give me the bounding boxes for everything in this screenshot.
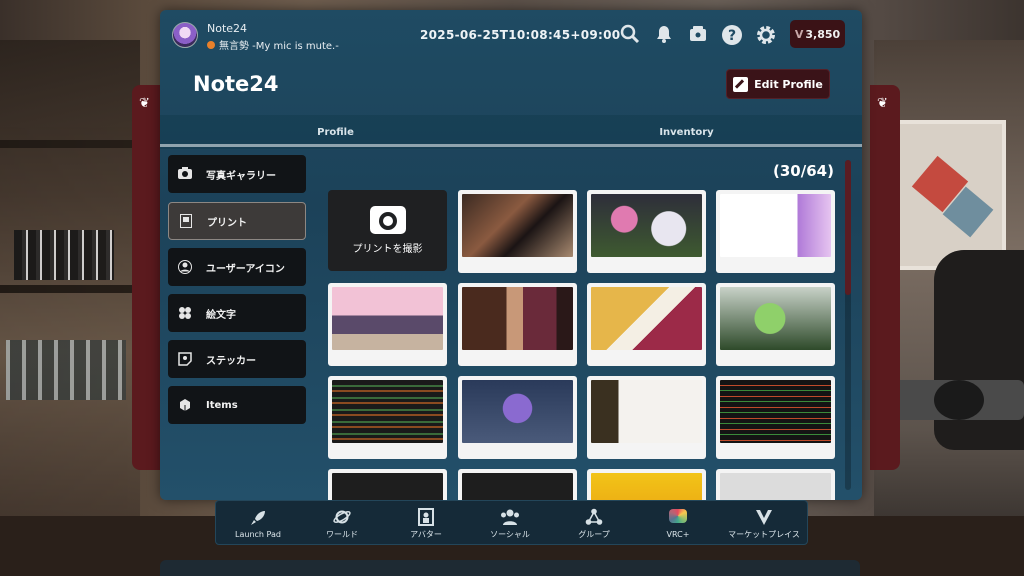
camera-icon: [369, 206, 406, 234]
sidebar-item-label: Items: [206, 399, 238, 411]
sidebar-item-user-icons[interactable]: ユーザーアイコン: [168, 248, 306, 286]
print-thumbnail[interactable]: [328, 469, 447, 500]
dock-label: グループ: [578, 529, 610, 539]
wing-icon: ❦: [877, 96, 888, 111]
print-thumbnail[interactable]: [328, 376, 447, 459]
gallery-scrollbar[interactable]: [845, 160, 851, 490]
search-icon[interactable]: [619, 24, 641, 46]
dock-label: ワールド: [326, 529, 358, 539]
scrollbar-thumb[interactable]: [845, 160, 851, 295]
print-thumbnail[interactable]: [716, 376, 835, 459]
print-thumbnail[interactable]: [458, 283, 577, 366]
tab-divider: [160, 144, 862, 147]
dock-item-avatars[interactable]: アバター: [384, 501, 468, 546]
currency-balance[interactable]: V 3,850: [790, 20, 845, 48]
background-chair: [934, 250, 1024, 450]
print-icon: [179, 214, 193, 228]
print-thumbnail[interactable]: [587, 190, 706, 273]
camera-icon: [178, 167, 192, 181]
dock-item-launch-pad[interactable]: Launch Pad: [216, 501, 300, 546]
gear-icon[interactable]: [755, 24, 777, 46]
sidebar-item-label: プリント: [207, 217, 247, 229]
items-icon: [178, 398, 192, 412]
sidebar-item-prints[interactable]: プリント: [168, 202, 306, 240]
dock-label: VRC+: [666, 529, 690, 539]
marketplace-icon: [754, 508, 774, 526]
background-picture-frame: [896, 120, 1006, 270]
avatar-icon: [416, 507, 436, 526]
rocket-icon: [248, 509, 268, 527]
dock-item-social[interactable]: ソーシャル: [468, 501, 552, 546]
status-dot: [207, 40, 215, 49]
dock-label: アバター: [410, 529, 442, 539]
bell-icon[interactable]: [653, 24, 675, 46]
print-thumbnail[interactable]: [587, 469, 706, 500]
print-thumbnail[interactable]: [458, 190, 577, 273]
vrcplus-icon: [668, 508, 688, 527]
profile-header: Note24 Edit Profile: [160, 60, 862, 120]
dock-item-groups[interactable]: グループ: [552, 501, 636, 546]
dock-label: ソーシャル: [490, 529, 530, 539]
emoji-icon: [178, 306, 192, 320]
sticker-icon: [178, 352, 192, 366]
status-line: 無言勢 -My mic is mute.-: [207, 37, 339, 52]
print-thumbnail[interactable]: [716, 283, 835, 366]
edit-icon: [733, 76, 749, 92]
sidebar-item-label: 写真ギャラリー: [206, 170, 276, 182]
top-bar: Note24 無言勢 -My mic is mute.- 2025-06-25T…: [160, 10, 862, 60]
avatar[interactable]: [172, 22, 198, 48]
planet-icon: [332, 508, 352, 526]
wing-icon: ❦: [139, 96, 150, 111]
sidebar-item-items[interactable]: Items: [168, 386, 306, 424]
dock-item-vrc-plus[interactable]: VRC+: [636, 501, 720, 546]
edit-profile-label: Edit Profile: [754, 77, 823, 91]
left-wing-handle[interactable]: ❦: [132, 85, 162, 470]
dock-label: Launch Pad: [235, 529, 281, 539]
dock-item-marketplace[interactable]: マーケットプレイス: [720, 501, 808, 546]
background-shelf: [0, 40, 140, 560]
main-dock: Launch Pad ワールド アバター ソーシャル グループ VRC+ マーケ…: [215, 500, 808, 545]
right-wing-handle[interactable]: ❦: [870, 85, 900, 470]
print-count: (30/64): [773, 162, 834, 180]
username: Note24: [207, 22, 248, 35]
mailbox-icon[interactable]: [687, 24, 709, 46]
print-thumbnail[interactable]: [328, 283, 447, 366]
print-thumbnail[interactable]: [716, 190, 835, 273]
print-thumbnail[interactable]: [458, 469, 577, 500]
print-gallery-grid: プリントを撮影: [328, 190, 838, 500]
background-lower-panel: [160, 560, 860, 576]
print-thumbnail[interactable]: [587, 283, 706, 366]
edit-profile-button[interactable]: Edit Profile: [726, 69, 830, 99]
sidebar-item-stickers[interactable]: ステッカー: [168, 340, 306, 378]
vrc-credit-icon: V: [794, 27, 804, 41]
quick-menu-panel: Note24 無言勢 -My mic is mute.- 2025-06-25T…: [160, 10, 862, 500]
print-thumbnail[interactable]: [458, 376, 577, 459]
sidebar-item-photo-gallery[interactable]: 写真ギャラリー: [168, 155, 306, 193]
clock-timestamp: 2025-06-25T10:08:45+09:00: [420, 28, 621, 42]
social-icon: [500, 508, 520, 526]
group-icon: [584, 508, 604, 526]
background-lamp: [934, 380, 984, 420]
print-thumbnail[interactable]: [716, 469, 835, 500]
dock-item-worlds[interactable]: ワールド: [300, 501, 384, 546]
sidebar-item-label: ユーザーアイコン: [206, 263, 285, 275]
page-title: Note24: [193, 72, 279, 96]
sidebar-item-label: ステッカー: [206, 355, 256, 367]
sidebar-item-emoji[interactable]: 絵文字: [168, 294, 306, 332]
user-icon: [178, 260, 192, 274]
sidebar-item-label: 絵文字: [206, 309, 236, 321]
dock-label: マーケットプレイス: [728, 529, 800, 539]
currency-amount: 3,850: [805, 27, 841, 41]
svg-text:?: ?: [728, 28, 736, 44]
status-text: 無言勢 -My mic is mute.-: [219, 41, 339, 52]
help-icon[interactable]: ?: [721, 24, 743, 46]
take-print-label: プリントを撮影: [352, 244, 423, 255]
print-thumbnail[interactable]: [587, 376, 706, 459]
take-print-button[interactable]: プリントを撮影: [328, 190, 447, 271]
